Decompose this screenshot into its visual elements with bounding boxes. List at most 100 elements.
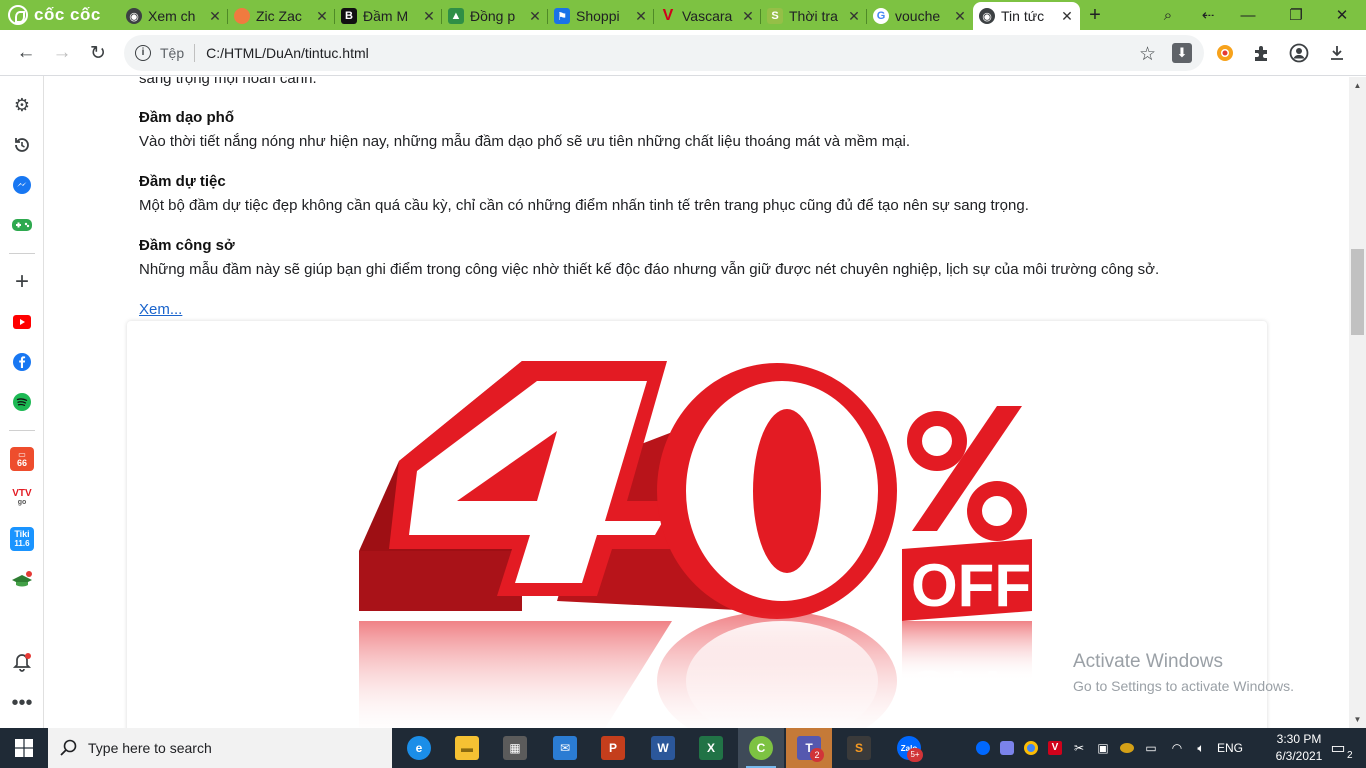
tab[interactable]: Zic Zac ✕	[228, 2, 335, 30]
browser-toolbar: ← → ↻ i Tệp C:/HTML/DuAn/tintuc.html ☆ ⬇	[0, 30, 1366, 76]
taskbar-sublime[interactable]: S	[836, 728, 882, 768]
start-button[interactable]	[0, 728, 48, 768]
volume-icon[interactable]: 🔈︎	[1190, 728, 1212, 768]
language-indicator[interactable]: ENG	[1214, 728, 1246, 768]
tab[interactable]: G vouche ✕	[867, 2, 973, 30]
off-text: OFF	[911, 552, 1031, 619]
scheme-label: Tệp	[160, 45, 185, 61]
vtv-icon[interactable]: VTV go	[10, 487, 34, 509]
reload-button[interactable]: ↻	[84, 39, 112, 67]
close-tab-icon[interactable]: ✕	[634, 8, 648, 25]
tab[interactable]: S Thời tra ✕	[761, 2, 867, 30]
off-reflection-text: OFF	[907, 659, 1019, 722]
more-icon[interactable]: •••	[10, 691, 34, 715]
zalo-tray-icon[interactable]	[972, 728, 994, 768]
watermark-title: Activate Windows	[1073, 651, 1223, 672]
close-tab-icon[interactable]: ✕	[953, 8, 967, 25]
taskbar-mail[interactable]: ✉	[542, 728, 588, 768]
youtube-icon[interactable]	[10, 310, 34, 334]
sublime-icon: S	[847, 736, 871, 760]
section-heading: Đầm dự tiệc	[139, 173, 226, 190]
gear-icon[interactable]: ⚙	[10, 93, 34, 117]
google-icon: G	[873, 8, 889, 24]
read-more-link[interactable]: Xem...	[139, 301, 182, 318]
tab[interactable]: ◉ Xem ch ✕	[120, 2, 228, 30]
taskbar-search-input[interactable]: Type here to search	[48, 728, 392, 768]
bell-icon[interactable]	[10, 651, 34, 675]
forward-button[interactable]: →	[48, 39, 76, 67]
close-tab-icon[interactable]: ✕	[847, 8, 861, 25]
word-icon: W	[651, 736, 675, 760]
minimize-button[interactable]: —	[1228, 0, 1268, 30]
taskbar-edge[interactable]: e	[396, 728, 442, 768]
scroll-down-arrow-icon[interactable]: ▼	[1349, 711, 1366, 728]
app-tray-icon[interactable]	[1116, 728, 1138, 768]
tiki-icon[interactable]: Tiki 11.6	[10, 527, 34, 551]
coccoc-brand[interactable]: cốc cốc	[0, 0, 112, 30]
close-tab-icon[interactable]: ✕	[528, 8, 542, 25]
close-window-button[interactable]: ✕	[1322, 0, 1362, 30]
watermark-subtitle: Go to Settings to activate Windows.	[1073, 678, 1294, 694]
downloads-icon[interactable]	[1326, 42, 1348, 64]
scroll-up-arrow-icon[interactable]: ▲	[1349, 77, 1366, 94]
messenger-icon[interactable]	[10, 173, 34, 197]
tab-title: Tin tức	[1001, 8, 1045, 24]
plus-icon[interactable]: +	[10, 268, 34, 295]
shopee-icon[interactable]: ▭ 66	[10, 447, 34, 471]
taskbar-teams[interactable]: T	[786, 728, 832, 768]
bookmark-star-icon[interactable]: ☆	[1139, 43, 1156, 66]
close-tab-icon[interactable]: ✕	[315, 8, 329, 25]
tab[interactable]: V Vascara ✕	[654, 2, 761, 30]
tab[interactable]: ▲ Đồng p ✕	[442, 2, 548, 30]
taskbar-word[interactable]: W	[640, 728, 686, 768]
info-icon[interactable]: i	[135, 45, 151, 61]
close-tab-icon[interactable]: ✕	[741, 8, 755, 25]
tools-tray-icon[interactable]: ✂	[1068, 728, 1090, 768]
tab[interactable]: ⚑ Shoppi ✕	[548, 2, 654, 30]
taskbar-store[interactable]: ▦	[492, 728, 538, 768]
close-tab-icon[interactable]: ✕	[1060, 8, 1074, 25]
address-bar[interactable]: i Tệp C:/HTML/DuAn/tintuc.html ☆ ⬇	[124, 35, 1204, 71]
new-tab-button[interactable]: +	[1084, 3, 1106, 27]
wifi-icon[interactable]: ◠	[1166, 728, 1188, 768]
search-icon	[60, 739, 77, 756]
windows-activation-watermark: Activate Windows Go to Settings to activ…	[1073, 651, 1294, 694]
tab-strip: cốc cốc ◉ Xem ch ✕ Zic Zac ✕ B Đầm M ✕ ▲…	[0, 0, 1366, 30]
windows-taskbar: Type here to search e ▬ ▦ ✉ P W X C T S …	[0, 728, 1366, 768]
game-icon[interactable]	[10, 213, 34, 237]
folder-icon: ▬	[455, 736, 479, 760]
taskbar-file-explorer[interactable]: ▬	[444, 728, 490, 768]
taskbar-powerpoint[interactable]: P	[590, 728, 636, 768]
ziczac-icon	[234, 8, 250, 24]
vertical-scrollbar[interactable]: ▲ ▼	[1349, 77, 1366, 728]
back-button[interactable]: ←	[12, 39, 40, 67]
spotify-icon[interactable]	[10, 390, 34, 414]
section-heading: Đầm dạo phố	[139, 109, 235, 126]
scrollbar-thumb[interactable]	[1351, 249, 1364, 335]
taskbar-zalo[interactable]: Zalo	[886, 728, 932, 768]
network-adapter-tray-icon[interactable]: ▣	[1092, 728, 1114, 768]
tab-active[interactable]: ◉ Tin tức ✕	[973, 2, 1080, 30]
back-arrow-icon[interactable]: ⇠	[1188, 0, 1228, 30]
hat-icon[interactable]	[10, 567, 34, 591]
tab-search-icon[interactable]: ⌕	[1148, 0, 1188, 30]
teams-tray-icon[interactable]	[996, 728, 1018, 768]
tab[interactable]: B Đầm M ✕	[335, 2, 442, 30]
history-icon[interactable]	[10, 133, 34, 157]
chrome-tray-icon[interactable]	[1020, 728, 1042, 768]
facebook-icon[interactable]	[10, 350, 34, 374]
profile-icon[interactable]	[1288, 42, 1310, 64]
taskbar-excel[interactable]: X	[688, 728, 734, 768]
taskbar-coccoc[interactable]: C	[738, 728, 784, 768]
action-center-button[interactable]: ▭ 2	[1318, 728, 1358, 768]
url-text[interactable]: C:/HTML/DuAn/tintuc.html	[206, 45, 369, 61]
vascara-tray-icon[interactable]: V	[1044, 728, 1066, 768]
close-tab-icon[interactable]: ✕	[208, 8, 222, 25]
coccoc-extension-icon[interactable]	[1214, 42, 1236, 64]
extensions-puzzle-icon[interactable]	[1250, 42, 1272, 64]
download-video-icon[interactable]: ⬇	[1172, 43, 1192, 63]
battery-icon[interactable]: ▭	[1140, 728, 1162, 768]
maximize-button[interactable]: ❐	[1276, 0, 1316, 30]
powerpoint-icon: P	[601, 736, 625, 760]
close-tab-icon[interactable]: ✕	[422, 8, 436, 25]
